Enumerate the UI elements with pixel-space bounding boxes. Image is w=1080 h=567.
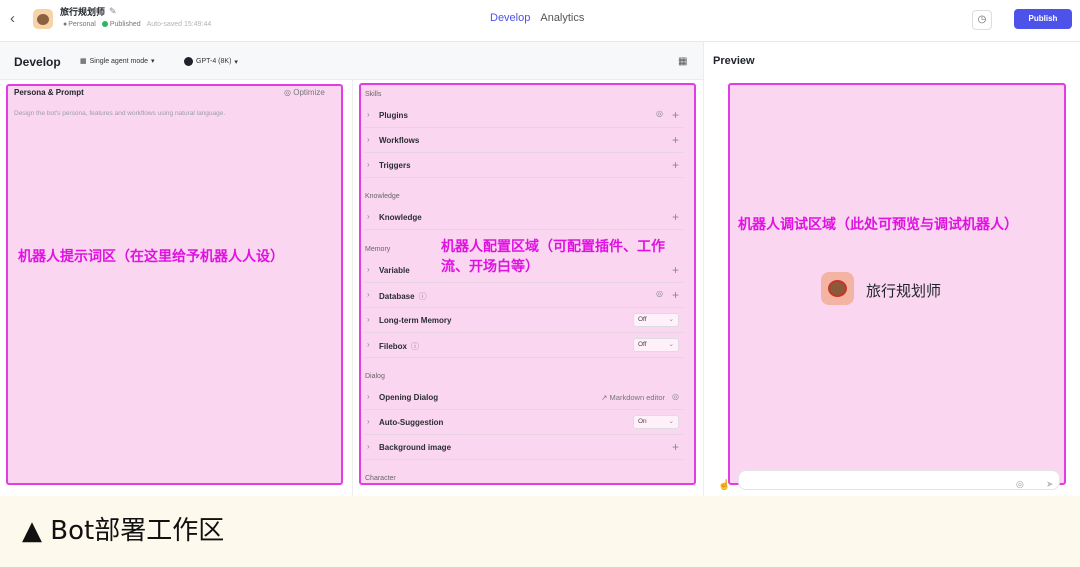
row-knowledge[interactable]: › Knowledge + (365, 206, 683, 230)
preview-title: Preview (713, 55, 755, 67)
chevron-right-icon: › (367, 340, 370, 349)
section-skills: Skills (365, 91, 382, 98)
optimize-button[interactable]: ◎ Optimize (284, 88, 325, 97)
grid-icon[interactable]: ▦ (678, 56, 687, 67)
plus-icon[interactable]: + (672, 133, 679, 147)
edit-icon[interactable]: ✎ (109, 6, 117, 17)
chevron-right-icon: › (367, 110, 370, 119)
annotation-persona: 机器人提示词区（在这里给予机器人人设） (18, 248, 284, 264)
develop-header: Develop ▦ Single agent mode ▾ GPT-4 (8K)… (0, 42, 703, 80)
check-circle-icon (101, 21, 108, 28)
plus-icon[interactable]: + (672, 108, 679, 122)
annotation-skills: 机器人配置区域（可配置插件、工作流、开场白等） (441, 238, 665, 274)
publish-button[interactable]: Publish (1014, 9, 1072, 29)
agent-mode-icon: ▦ (80, 58, 87, 65)
caret-down-icon: ▾ (234, 58, 238, 66)
agent-mode-select[interactable]: ▦ Single agent mode ▾ (80, 57, 155, 66)
history-button[interactable]: ◷ (972, 10, 992, 30)
chevron-down-icon: ⌄ (668, 316, 674, 323)
owner-badge: ●Personal (63, 21, 96, 28)
chevron-down-icon: ⌄ (668, 341, 674, 348)
row-background-image[interactable]: › Background image + (365, 436, 683, 460)
filebox-select[interactable]: Off ⌄ (633, 338, 679, 352)
top-bar: ‹ 旅行规划师 ✎ ●Personal Published Auto-saved… (0, 0, 1080, 42)
chevron-down-icon: ⌄ (668, 418, 674, 425)
row-workflows[interactable]: › Workflows + (365, 129, 683, 153)
plus-icon[interactable]: + (672, 263, 679, 277)
caret-down-icon: ▾ (151, 58, 155, 65)
autosave-status: Auto-saved 15:49:44 (146, 21, 212, 28)
tab-develop[interactable]: Develop (490, 12, 530, 24)
chevron-right-icon: › (367, 265, 370, 274)
chevron-left-icon[interactable]: ‹ (10, 10, 15, 27)
optimize-icon: ◎ (284, 88, 291, 97)
preview-header: Preview (703, 42, 1080, 80)
model-select[interactable]: GPT-4 (8K) ▾ (184, 57, 238, 66)
row-opening-dialog[interactable]: › Opening Dialog ↗ Markdown editor ◎ (365, 386, 683, 410)
caption-text: ▲ Bot部署工作区 (22, 516, 225, 546)
plus-icon[interactable]: + (672, 158, 679, 172)
thumbs-icon[interactable]: ☝ (718, 480, 730, 491)
row-long-term-memory[interactable]: › Long-term Memory Off ⌄ (365, 309, 683, 333)
develop-title: Develop (14, 55, 61, 69)
long-term-memory-select[interactable]: Off ⌄ (633, 313, 679, 327)
chevron-right-icon: › (367, 392, 370, 401)
auto-suggestion-select[interactable]: On ⌄ (633, 415, 679, 429)
clock-icon: ◷ (977, 14, 987, 25)
chevron-right-icon: › (367, 212, 370, 221)
attach-icon[interactable]: ◎ (1016, 479, 1024, 490)
info-icon[interactable]: ⓘ (411, 342, 419, 351)
chevron-right-icon: › (367, 135, 370, 144)
plus-icon[interactable]: + (672, 440, 679, 454)
chevron-right-icon: › (367, 417, 370, 426)
expand-icon: ↗ (601, 393, 608, 402)
row-auto-suggestion[interactable]: › Auto-Suggestion On ⌄ (365, 411, 683, 435)
plus-icon[interactable]: + (672, 288, 679, 302)
auto-icon[interactable]: ◎ (656, 289, 663, 298)
preview-bot-avatar (821, 272, 854, 305)
chevron-right-icon: › (367, 315, 370, 324)
chevron-right-icon: › (367, 160, 370, 169)
status-badge: Published (101, 21, 141, 28)
persona-title: Persona & Prompt (14, 88, 84, 97)
section-knowledge: Knowledge (365, 193, 400, 200)
prompt-input[interactable]: Design the bot's persona, features and w… (14, 110, 225, 117)
auto-icon[interactable]: ◎ (672, 392, 679, 401)
row-plugins[interactable]: › Plugins ◎ + (365, 104, 683, 128)
annotation-preview: 机器人调试区域（此处可预览与调试机器人） (738, 216, 1018, 232)
chat-input[interactable] (738, 470, 1060, 490)
bot-name: 旅行规划师 (60, 7, 106, 17)
tab-analytics[interactable]: Analytics (540, 12, 584, 24)
bot-avatar (33, 9, 53, 29)
person-icon: ● (63, 21, 68, 28)
section-dialog: Dialog (365, 373, 385, 380)
row-filebox[interactable]: › Filebox ⓘ Off ⌄ (365, 334, 683, 358)
send-icon[interactable]: ➤ (1046, 479, 1054, 490)
model-icon (184, 57, 193, 66)
row-database[interactable]: › Database ⓘ ◎ + (365, 284, 683, 308)
chevron-right-icon: › (367, 442, 370, 451)
section-memory: Memory (365, 246, 391, 253)
chevron-right-icon: › (367, 290, 370, 299)
plus-icon[interactable]: + (672, 210, 679, 224)
persona-highlight (6, 84, 343, 485)
section-character: Character (365, 475, 396, 482)
top-tabs: Develop Analytics (490, 12, 584, 24)
preview-bot-name: 旅行规划师 (866, 283, 942, 300)
info-icon[interactable]: ⓘ (419, 292, 427, 301)
caption-bar: ▲ Bot部署工作区 (0, 496, 1080, 567)
auto-icon[interactable]: ◎ (656, 109, 663, 118)
markdown-editor-link[interactable]: ↗ Markdown editor (601, 393, 665, 402)
row-triggers[interactable]: › Triggers + (365, 154, 683, 178)
